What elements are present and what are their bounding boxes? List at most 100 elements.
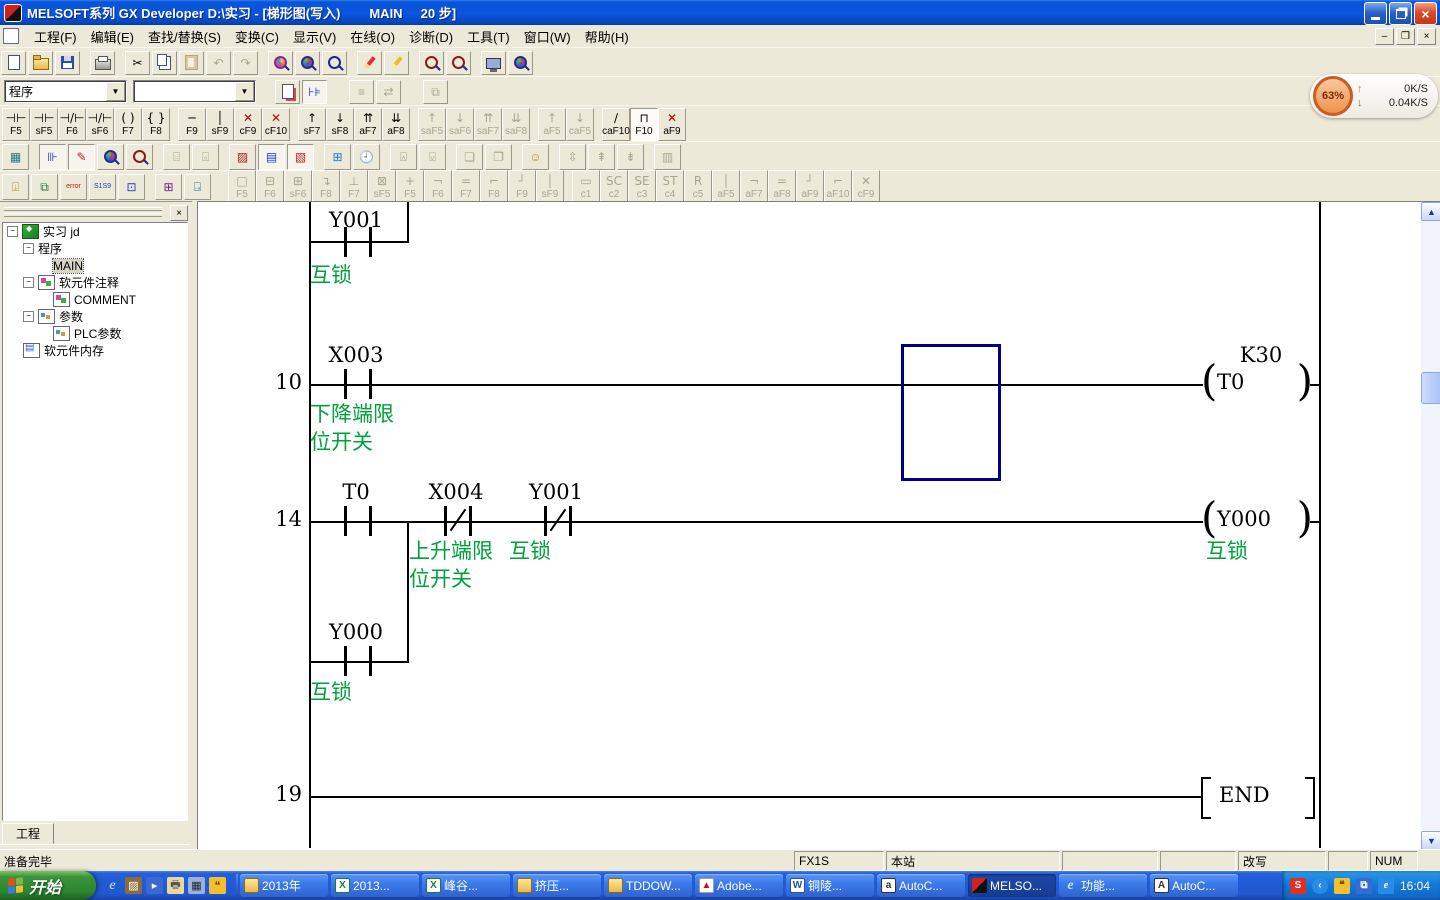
menu-convert[interactable]: 变换(C)	[228, 25, 286, 48]
zoom-row-button[interactable]: ⇳	[559, 144, 586, 170]
contact-t0[interactable]	[344, 506, 372, 536]
sfc-par-draw-button[interactable]: =aF8	[768, 170, 796, 203]
coil-t0[interactable]: T0	[1201, 363, 1313, 405]
menu-diagnostics[interactable]: 诊断(D)	[402, 25, 460, 48]
printer-icon[interactable]: 🖶	[167, 877, 184, 894]
statement-edit-button[interactable]	[384, 51, 409, 75]
block-split-button[interactable]: ⊡	[118, 174, 145, 200]
program-combobox[interactable]: 程序 ▼	[4, 80, 127, 103]
redo-button[interactable]: ↷	[233, 51, 258, 75]
task-2013-folder[interactable]: 2013年	[240, 874, 328, 897]
mdi-close-button[interactable]: ×	[1417, 28, 1436, 45]
menu-help[interactable]: 帮助(H)	[578, 25, 636, 48]
application-instruction-button[interactable]: { }F8	[142, 108, 170, 141]
task-gongneng-ie[interactable]: e功能...	[1059, 874, 1147, 897]
show-desktop-icon[interactable]: ▨	[125, 877, 142, 894]
sfc-par-join-button[interactable]: ⌐F8	[480, 170, 508, 203]
ie-quicklaunch-icon[interactable]: e	[104, 877, 121, 894]
copy-button[interactable]	[152, 51, 177, 75]
cut-button[interactable]: ✂	[125, 51, 150, 75]
pulse-open-button[interactable]: ↑saF5	[418, 108, 446, 141]
tree-item-device-memory[interactable]: 软元件内存	[3, 342, 187, 359]
device-test-button[interactable]: ⊞	[324, 144, 351, 170]
new-button[interactable]	[1, 51, 26, 75]
sfc-sel-draw-button[interactable]: ¬aF7	[740, 170, 768, 203]
close-button[interactable]: ×	[1414, 2, 1437, 25]
sfc-vline-button[interactable]: │sF9	[536, 170, 564, 203]
calculator-icon[interactable]: ▦	[188, 877, 205, 894]
find-device-button[interactable]	[295, 51, 320, 75]
sfc-step-down-button[interactable]: ⍌	[419, 144, 446, 170]
sfc-sc-button[interactable]: SCc2	[600, 170, 628, 203]
sfc-dummy-step-button[interactable]: ⊟F6	[256, 170, 284, 203]
save-button[interactable]	[55, 51, 80, 75]
read-mode-button[interactable]	[97, 144, 124, 170]
sfc-delete-line-button[interactable]: ✕cF9	[852, 170, 880, 203]
find-string-button[interactable]	[322, 51, 347, 75]
invert-result-button[interactable]: ∕caF10	[602, 108, 630, 141]
sfc-se-button[interactable]: SEc3	[628, 170, 656, 203]
comment-edit-button[interactable]	[357, 51, 382, 75]
device-memory-button[interactable]: ▦	[2, 144, 29, 170]
project-tree-toggle-button[interactable]: ⊦⊧	[302, 80, 327, 104]
undo-button[interactable]: ↶	[206, 51, 231, 75]
tree-item-parameter[interactable]: − 参数	[3, 308, 187, 325]
sfc-vline2-button[interactable]: ┘F9	[508, 170, 536, 203]
ie-tray-icon[interactable]: e	[1378, 878, 1394, 894]
list-view-button[interactable]: ▥	[654, 144, 681, 170]
contact-y001-branch[interactable]	[344, 227, 372, 257]
open-branch-button[interactable]: ⊣⊢sF5	[30, 108, 58, 141]
closed-branch-button[interactable]: ⊣/⊢sF6	[86, 108, 114, 141]
contact-x004-nc[interactable]	[444, 506, 472, 536]
window-tile-button[interactable]: ❏	[456, 144, 483, 170]
panel-close-button[interactable]: ×	[170, 205, 188, 221]
rising-pulse-button[interactable]: ↑sF7	[298, 108, 326, 141]
transfer-setup-button[interactable]	[481, 51, 506, 75]
open-button[interactable]	[28, 51, 53, 75]
task-melsoft-active[interactable]: MELSO...	[968, 874, 1056, 897]
chevron-down-icon[interactable]: ▼	[106, 82, 125, 101]
block-copy-button[interactable]: ⧉	[31, 174, 58, 200]
panel-drag-handle[interactable]	[4, 207, 162, 219]
sfc-par-branch-button[interactable]: ¬F6	[424, 170, 452, 203]
ladder-editor[interactable]: Y001 互锁 10 X003 下降端限 位开关 K30 T0 14 T0 X0…	[197, 201, 1422, 850]
falling-pulse-branch-button[interactable]: ⇊aF8	[382, 108, 410, 141]
sfc-r-button[interactable]: Rc5	[684, 170, 712, 203]
down-convert-button[interactable]: ↓caF5	[566, 108, 594, 141]
delete-symbol-button[interactable]: ✕aF9	[658, 108, 686, 141]
help-find-button[interactable]: ☺	[522, 144, 549, 170]
sfc-block-button[interactable]: ⊠sF5	[368, 170, 396, 203]
sfc-st-button[interactable]: STc4	[656, 170, 684, 203]
menu-window[interactable]: 窗口(W)	[517, 25, 578, 48]
task-adobe[interactable]: ▲Adobe...	[695, 874, 783, 897]
task-2013-excel[interactable]: X2013...	[331, 874, 419, 897]
sfc-join2-draw-button[interactable]: ⌐aF10	[824, 170, 852, 203]
note-display-button[interactable]: ▧	[287, 144, 314, 170]
list-ladder-button[interactable]: ⇄	[376, 80, 401, 104]
macro-list-button[interactable]: ⧉	[423, 80, 448, 104]
network-tray-icon[interactable]: ⧉	[1356, 878, 1372, 894]
coil-button[interactable]: ( )F7	[114, 108, 142, 141]
chevron-down-icon[interactable]: ▼	[235, 82, 254, 101]
pulse-close-branch-button[interactable]: ⇊saF8	[502, 108, 530, 141]
mdi-restore-button[interactable]: ❐	[1396, 28, 1415, 45]
edit-cursor[interactable]	[901, 344, 1001, 481]
closed-contact-button[interactable]: ⊣/⊢F6	[58, 108, 86, 141]
paste-button[interactable]	[179, 51, 204, 75]
scroll-down-button[interactable]: ▼	[1421, 831, 1440, 850]
tree-item-main[interactable]: MAIN	[3, 257, 187, 274]
browser-tray-icon[interactable]: ‹	[1312, 878, 1328, 894]
ladder-mode-button[interactable]: ⊪	[39, 144, 66, 170]
collapse-icon[interactable]: −	[23, 243, 34, 254]
sfc-end-step-button[interactable]: ⊞sF6	[284, 170, 312, 203]
chat-tray-icon[interactable]: ❝	[1334, 878, 1350, 894]
collapse-icon[interactable]: −	[7, 226, 18, 237]
menu-find-replace[interactable]: 查找/替换(S)	[141, 25, 228, 48]
window-cascade-button[interactable]: ❐	[485, 144, 512, 170]
messenger-icon[interactable]: ❝	[209, 877, 226, 894]
restore-button[interactable]	[1389, 2, 1412, 25]
vertical-scrollbar[interactable]: ▲ ▼	[1421, 201, 1440, 850]
delete-hline-button[interactable]: ✕cF9	[234, 108, 262, 141]
sfc-join-draw-button[interactable]: ┘aF9	[796, 170, 824, 203]
clock-setting-button[interactable]: 🕘	[353, 144, 380, 170]
